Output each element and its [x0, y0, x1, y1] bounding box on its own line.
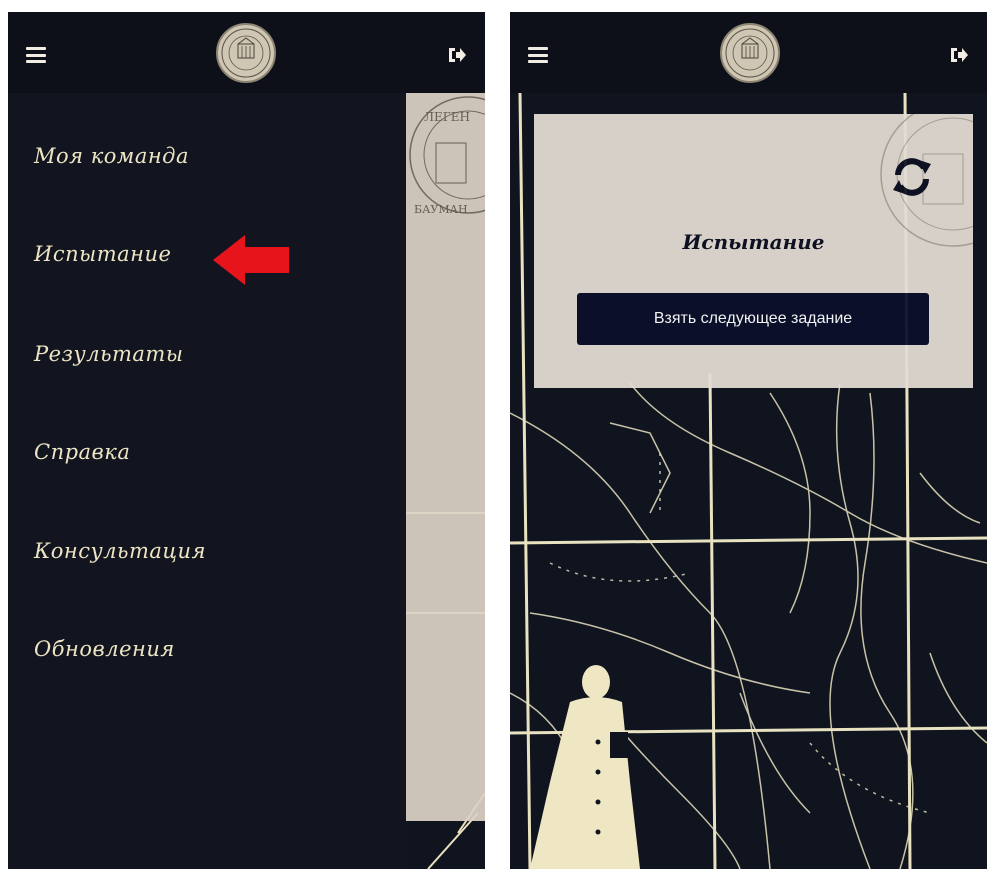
app-logo: [720, 23, 780, 83]
person-silhouette-illustration: [530, 665, 640, 869]
phone-screen-challenge: Испытание Взять следующее задание: [510, 12, 987, 869]
phone-screen-menu-open: ЛЕГЕН БАУМАН Моя команда Испытание Резул…: [8, 12, 485, 869]
svg-text:БАУМАН: БАУМАН: [414, 203, 468, 216]
top-bar: [8, 12, 485, 93]
menu-item-updates[interactable]: Обновления: [34, 637, 175, 661]
menu-item-help[interactable]: Справка: [34, 440, 130, 464]
hamburger-icon[interactable]: [26, 47, 46, 63]
hamburger-icon[interactable]: [528, 47, 548, 63]
menu-item-my-team[interactable]: Моя команда: [34, 144, 189, 168]
challenge-title: Испытание: [682, 230, 825, 254]
sign-out-icon[interactable]: [949, 46, 969, 64]
menu-item-challenge[interactable]: Испытание: [34, 242, 171, 266]
red-arrow-annotation: [213, 235, 289, 285]
take-next-task-button[interactable]: Взять следующее задание: [577, 293, 929, 345]
challenge-card-behind-menu: ЛЕГЕН БАУМАН: [406, 93, 485, 821]
side-menu: Моя команда Испытание Результаты Справка…: [8, 93, 406, 869]
menu-item-consultation[interactable]: Консультация: [34, 539, 206, 563]
refresh-icon[interactable]: [891, 156, 933, 198]
svg-text:ЛЕГЕН: ЛЕГЕН: [424, 110, 470, 124]
top-bar: [510, 12, 987, 93]
menu-item-results[interactable]: Результаты: [34, 342, 183, 366]
challenge-card: Испытание Взять следующее задание: [534, 114, 973, 388]
app-logo: [216, 23, 276, 83]
sign-out-icon[interactable]: [447, 46, 467, 64]
